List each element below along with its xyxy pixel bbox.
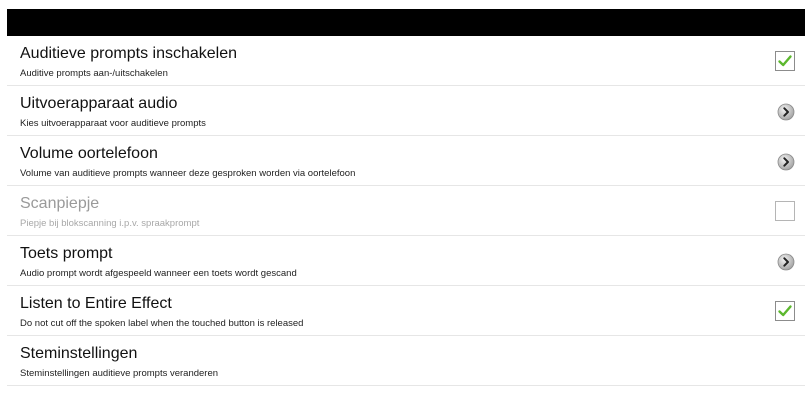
- setting-title: Volume oortelefoon: [20, 145, 158, 162]
- setting-subtitle: Do not cut off the spoken label when the…: [20, 318, 304, 329]
- setting-title: Steminstellingen: [20, 345, 138, 362]
- setting-subtitle: Audio prompt wordt afgespeeld wanneer ee…: [20, 268, 297, 279]
- setting-auditive-prompts[interactable]: Auditieve prompts inschakelen Auditive p…: [7, 36, 805, 86]
- setting-subtitle: Kies uitvoerapparaat voor auditieve prom…: [20, 118, 206, 129]
- checkmark-icon: [778, 305, 792, 317]
- setting-key-prompt[interactable]: Toets prompt Audio prompt wordt afgespee…: [7, 236, 805, 286]
- setting-title: Auditieve prompts inschakelen: [20, 45, 238, 62]
- settings-screen: Auditieve prompts inschakelen Auditive p…: [0, 0, 805, 395]
- setting-audio-output-device[interactable]: Uitvoerapparaat audio Kies uitvoerappara…: [7, 86, 805, 136]
- setting-subtitle: Steminstellingen auditieve prompts veran…: [20, 368, 219, 379]
- setting-listen-entire-effect[interactable]: Listen to Entire Effect Do not cut off t…: [7, 286, 805, 336]
- auditive-prompts-checkbox[interactable]: [775, 51, 795, 71]
- setting-title: Scanpiepje: [20, 195, 100, 212]
- setting-title: Uitvoerapparaat audio: [20, 95, 178, 112]
- settings-list: Auditieve prompts inschakelen Auditive p…: [7, 36, 805, 386]
- setting-subtitle: Auditive prompts aan-/uitschakelen: [20, 68, 168, 79]
- setting-voice-settings[interactable]: Steminstellingen Steminstellingen auditi…: [7, 336, 805, 386]
- top-bar: [7, 9, 805, 36]
- chevron-right-icon[interactable]: [777, 153, 795, 171]
- setting-scan-beep[interactable]: Scanpiepje Piepje bij blokscanning i.p.v…: [7, 186, 805, 236]
- checkmark-icon: [778, 55, 792, 67]
- setting-earphone-volume[interactable]: Volume oortelefoon Volume van auditieve …: [7, 136, 805, 186]
- setting-subtitle: Volume van auditieve prompts wanneer dez…: [20, 168, 356, 179]
- setting-title: Listen to Entire Effect: [20, 295, 172, 312]
- setting-title: Toets prompt: [20, 245, 113, 262]
- scan-beep-checkbox[interactable]: [775, 201, 795, 221]
- chevron-right-icon[interactable]: [777, 103, 795, 121]
- setting-subtitle: Piepje bij blokscanning i.p.v. spraakpro…: [20, 218, 200, 229]
- listen-entire-effect-checkbox[interactable]: [775, 301, 795, 321]
- chevron-right-icon[interactable]: [777, 253, 795, 271]
